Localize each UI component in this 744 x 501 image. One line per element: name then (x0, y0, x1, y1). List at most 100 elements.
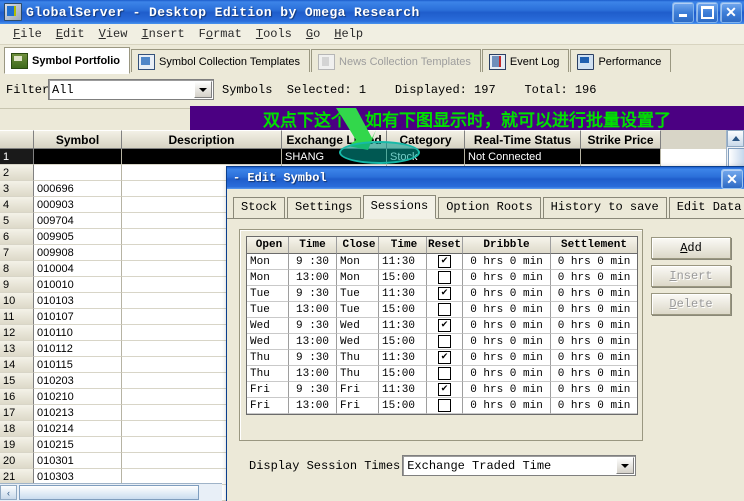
chevron-down-icon[interactable] (616, 457, 635, 474)
scroll-up-icon[interactable] (727, 130, 744, 147)
dialog-tab-stock[interactable]: Stock (233, 197, 286, 218)
grid-column-header-exchange-listed[interactable]: Exchange Listed (282, 130, 387, 149)
cell-symbol[interactable]: 010110 (34, 325, 122, 341)
session-cell-reset[interactable]: ✔ (427, 382, 463, 398)
session-cell-open_time[interactable]: 9 :30 (289, 286, 337, 302)
grid-column-header-category[interactable]: Category (387, 130, 465, 149)
session-cell-open_time[interactable]: 13:00 (289, 398, 337, 414)
session-cell-open[interactable]: Wed (247, 318, 289, 334)
cell-exchange[interactable]: SHANG (282, 149, 387, 165)
session-cell-reset[interactable]: ✔ (427, 286, 463, 302)
cell-symbol[interactable]: 010203 (34, 373, 122, 389)
sessions-column-header-time[interactable]: Time (379, 237, 427, 254)
session-cell-dribble[interactable]: 0 hrs 0 min (463, 270, 551, 286)
session-cell-open_time[interactable]: 9 :30 (289, 254, 337, 270)
session-cell-open_time[interactable]: 9 :30 (289, 382, 337, 398)
session-cell-close_time[interactable]: 11:30 (379, 382, 427, 398)
session-cell-settlement[interactable]: 0 hrs 0 min (551, 286, 637, 302)
menu-item-file[interactable]: File (6, 26, 49, 42)
session-cell-reset[interactable]: ✔ (427, 350, 463, 366)
session-cell-settlement[interactable]: 0 hrs 0 min (551, 318, 637, 334)
session-cell-close_time[interactable]: 11:30 (379, 254, 427, 270)
row-number[interactable]: 1 (0, 149, 34, 165)
dialog-tab-edit-data[interactable]: Edit Data (668, 197, 744, 218)
session-cell-close[interactable]: Tue (337, 286, 379, 302)
session-cell-open[interactable]: Tue (247, 302, 289, 318)
tab-event-log[interactable]: Event Log (481, 49, 570, 73)
session-cell-settlement[interactable]: 0 hrs 0 min (551, 398, 637, 414)
cell-symbol[interactable]: 010301 (34, 453, 122, 469)
maximize-button[interactable] (696, 2, 718, 23)
row-number[interactable]: 10 (0, 293, 34, 309)
session-cell-close[interactable]: Tue (337, 302, 379, 318)
checkbox-unchecked-icon[interactable] (438, 303, 451, 316)
session-cell-close_time[interactable]: 15:00 (379, 334, 427, 350)
checkbox-checked-icon[interactable]: ✔ (438, 319, 451, 332)
dialog-tab-option-roots[interactable]: Option Roots (438, 197, 541, 218)
row-number[interactable]: 18 (0, 421, 34, 437)
sessions-column-header-reset[interactable]: Reset (427, 237, 463, 254)
session-cell-open_time[interactable]: 9 :30 (289, 318, 337, 334)
checkbox-unchecked-icon[interactable] (438, 399, 451, 412)
session-cell-settlement[interactable]: 0 hrs 0 min (551, 382, 637, 398)
session-cell-open[interactable]: Mon (247, 270, 289, 286)
cell-symbol[interactable]: 010210 (34, 389, 122, 405)
session-cell-dribble[interactable]: 0 hrs 0 min (463, 286, 551, 302)
horizontal-scrollbar-thumb[interactable] (19, 485, 199, 500)
session-row[interactable]: Fri 13:00 Fri 15:00 0 hrs 0 min 0 hrs 0 min (247, 398, 637, 414)
row-number[interactable]: 4 (0, 197, 34, 213)
session-cell-open_time[interactable]: 13:00 (289, 334, 337, 350)
sessions-column-header-close[interactable]: Close (337, 237, 379, 254)
session-cell-dribble[interactable]: 0 hrs 0 min (463, 350, 551, 366)
session-row[interactable]: Mon 13:00 Mon 15:00 0 hrs 0 min 0 hrs 0 min (247, 270, 637, 286)
session-cell-settlement[interactable]: 0 hrs 0 min (551, 366, 637, 382)
cell-symbol[interactable]: 010010 (34, 277, 122, 293)
session-cell-open[interactable]: Thu (247, 350, 289, 366)
cell-strike[interactable] (581, 149, 661, 165)
session-cell-reset[interactable] (427, 366, 463, 382)
session-cell-close[interactable]: Fri (337, 398, 379, 414)
session-cell-close[interactable]: Thu (337, 366, 379, 382)
close-icon[interactable]: ✕ (720, 2, 742, 23)
menu-item-help[interactable]: Help (327, 26, 370, 42)
chevron-down-icon[interactable] (194, 81, 212, 98)
grid-horizontal-scrollbar[interactable]: ‹ (0, 483, 222, 501)
session-cell-dribble[interactable]: 0 hrs 0 min (463, 318, 551, 334)
cell-symbol[interactable]: 010215 (34, 437, 122, 453)
session-row[interactable]: Thu 13:00 Thu 15:00 0 hrs 0 min 0 hrs 0 min (247, 366, 637, 382)
menu-item-format[interactable]: Format (192, 26, 249, 42)
filter-dropdown[interactable]: All (48, 79, 214, 100)
menu-item-edit[interactable]: Edit (49, 26, 92, 42)
session-cell-dribble[interactable]: 0 hrs 0 min (463, 302, 551, 318)
session-cell-close[interactable]: Wed (337, 334, 379, 350)
cell-symbol[interactable]: 009905 (34, 229, 122, 245)
session-cell-settlement[interactable]: 0 hrs 0 min (551, 254, 637, 270)
sessions-column-header-time[interactable]: Time (289, 237, 337, 254)
row-number[interactable]: 17 (0, 405, 34, 421)
cell-symbol[interactable] (34, 149, 122, 165)
checkbox-unchecked-icon[interactable] (438, 367, 451, 380)
cell-symbol[interactable]: 010107 (34, 309, 122, 325)
session-cell-close_time[interactable]: 11:30 (379, 350, 427, 366)
menu-item-go[interactable]: Go (299, 26, 327, 42)
row-number[interactable]: 9 (0, 277, 34, 293)
sessions-column-header-open[interactable]: Open (247, 237, 289, 254)
cell-status[interactable]: Not Connected (465, 149, 581, 165)
session-cell-dribble[interactable]: 0 hrs 0 min (463, 398, 551, 414)
cell-symbol[interactable]: 010004 (34, 261, 122, 277)
cell-symbol[interactable]: 000696 (34, 181, 122, 197)
checkbox-checked-icon[interactable]: ✔ (438, 255, 451, 268)
row-number[interactable]: 8 (0, 261, 34, 277)
row-number[interactable]: 13 (0, 341, 34, 357)
session-cell-open[interactable]: Fri (247, 398, 289, 414)
session-cell-reset[interactable] (427, 334, 463, 350)
grid-column-header-real-time-status[interactable]: Real-Time Status (465, 130, 581, 149)
session-cell-close_time[interactable]: 11:30 (379, 286, 427, 302)
tab-symbol-portfolio[interactable]: Symbol Portfolio (4, 47, 130, 74)
tab-performance[interactable]: Performance (570, 49, 672, 73)
session-cell-dribble[interactable]: 0 hrs 0 min (463, 382, 551, 398)
menu-item-view[interactable]: View (92, 26, 135, 42)
dialog-tab-sessions[interactable]: Sessions (362, 195, 437, 219)
session-cell-open_time[interactable]: 9 :30 (289, 350, 337, 366)
cell-symbol[interactable]: 009908 (34, 245, 122, 261)
